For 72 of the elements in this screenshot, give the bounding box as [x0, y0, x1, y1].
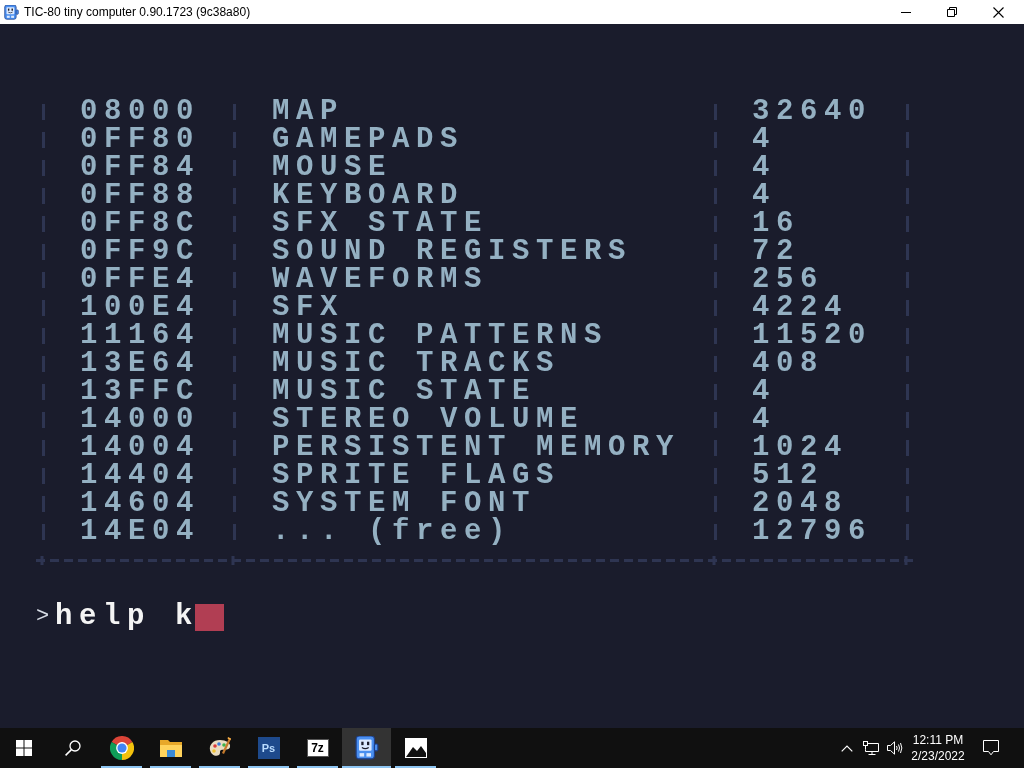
- region-name: SPRITE FLAGS: [272, 462, 561, 490]
- region-size: 512: [752, 462, 824, 490]
- region-size: 4: [752, 182, 776, 210]
- prompt-symbol: >: [36, 603, 51, 631]
- memory-address: 14000: [80, 406, 200, 434]
- app-logo: 7z: [306, 739, 329, 757]
- window-title: TIC-80 tiny computer 0.90.1723 (9c38a80): [24, 4, 251, 21]
- chevron-up-icon: [841, 744, 853, 752]
- region-name: MUSIC PATTERNS: [272, 322, 609, 350]
- memory-address: 14E04: [80, 518, 200, 546]
- speech-bubble-icon: [983, 740, 999, 756]
- memory-address: 14604: [80, 490, 200, 518]
- clock-date[interactable]: 2/23/2022: [911, 748, 965, 764]
- clock-time[interactable]: 12:11 PM: [912, 732, 964, 748]
- command-text: help k: [55, 603, 200, 631]
- region-size: 11520: [752, 322, 872, 350]
- app-logo: Ps: [257, 737, 280, 759]
- memory-address: 0FF8C: [80, 210, 200, 238]
- mountain-picture-icon: [404, 738, 427, 758]
- region-size: 12796: [752, 518, 872, 546]
- region-size: 4: [752, 378, 776, 406]
- robot-icon: [354, 736, 379, 760]
- memory-address: 13E64: [80, 350, 200, 378]
- memory-address: 11164: [80, 322, 200, 350]
- region-name: KEYBOARD: [272, 182, 465, 210]
- memory-address: 13FFC: [80, 378, 200, 406]
- region-size: 16: [752, 210, 800, 238]
- region-name: STEREO VOLUME: [272, 406, 585, 434]
- taskbar-app-button[interactable]: Ps: [244, 728, 293, 768]
- memory-address: 0FF84: [80, 154, 200, 182]
- region-name: SYSTEM FONT: [272, 490, 537, 518]
- round-browser-icon: [109, 736, 134, 760]
- speaker-icon: [887, 741, 903, 755]
- close-icon: [992, 6, 1004, 18]
- region-name: PERSISTENT MEMORY: [272, 434, 681, 462]
- network-monitor-icon: [863, 741, 879, 755]
- region-size: 4: [752, 154, 776, 182]
- windows-logo-icon: [16, 740, 32, 756]
- memory-address: 14004: [80, 434, 200, 462]
- region-size: 2048: [752, 490, 848, 518]
- region-size: 256: [752, 266, 824, 294]
- memory-address: 14404: [80, 462, 200, 490]
- region-size: 408: [752, 350, 824, 378]
- memory-address: 0FFE4: [80, 266, 200, 294]
- memory-address: 0FF80: [80, 126, 200, 154]
- region-name: MOUSE: [272, 154, 392, 182]
- region-size: 4: [752, 126, 776, 154]
- region-name: WAVEFORMS: [272, 266, 489, 294]
- region-size: 4224: [752, 294, 848, 322]
- region-name: SFX: [272, 294, 344, 322]
- memory-address: 0FF9C: [80, 238, 200, 266]
- taskbar-app-button[interactable]: 7z: [293, 728, 342, 768]
- region-size: 4: [752, 406, 776, 434]
- region-size: 32640: [752, 98, 872, 126]
- robot-icon: [4, 4, 19, 20]
- region-name: SFX STATE: [272, 210, 489, 238]
- minimize-icon: [901, 11, 911, 13]
- taskbar-app-button[interactable]: [342, 728, 391, 768]
- region-name: SOUND REGISTERS: [272, 238, 633, 266]
- region-name: GAMEPADS: [272, 126, 465, 154]
- restore-icon: [947, 7, 957, 17]
- region-name: MUSIC TRACKS: [272, 350, 561, 378]
- region-size: 1024: [752, 434, 848, 462]
- folder-icon: [158, 738, 183, 758]
- memory-address: 100E4: [80, 294, 200, 322]
- region-size: 72: [752, 238, 800, 266]
- search-icon: [64, 740, 81, 756]
- memory-address: 08000: [80, 98, 200, 126]
- region-name: ... (free): [272, 518, 513, 546]
- region-name: MUSIC STATE: [272, 378, 537, 406]
- memory-address: 0FF88: [80, 182, 200, 210]
- region-name: MAP: [272, 98, 344, 126]
